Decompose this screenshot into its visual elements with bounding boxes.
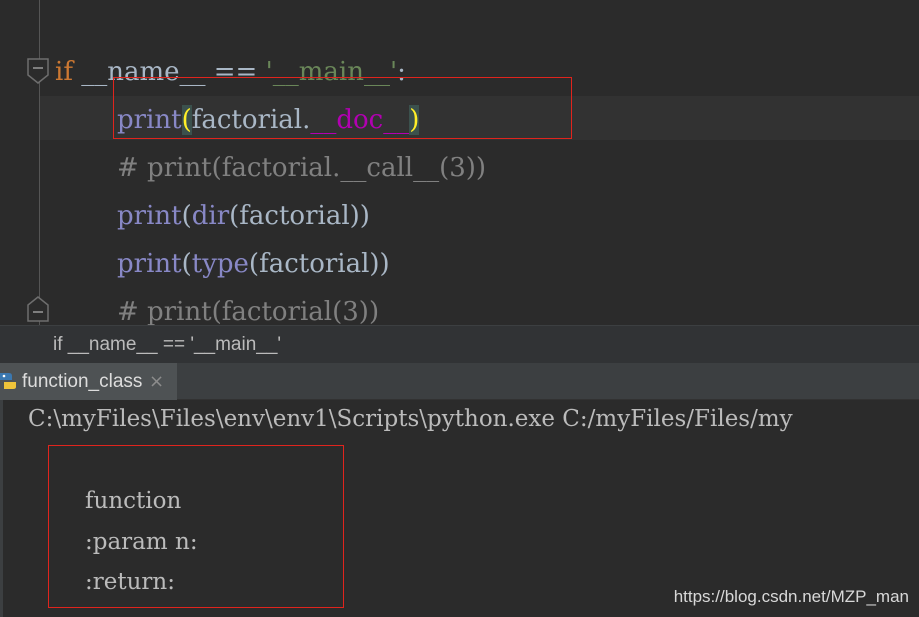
colon: : — [397, 57, 406, 87]
code-line-4[interactable]: print(dir(factorial)) — [55, 192, 370, 240]
builtin-dir: dir — [191, 201, 230, 231]
breadcrumb[interactable]: if __name__ == '__main__' — [0, 325, 919, 363]
run-tab-label: function_class — [22, 371, 143, 392]
paren-open: ( — [181, 249, 192, 279]
code-line-1[interactable]: if __name__ == '__main__': — [55, 48, 406, 96]
run-tab-function-class[interactable]: function_class × — [0, 363, 177, 400]
breadcrumb-item[interactable]: if __name__ == '__main__' — [53, 326, 281, 364]
args: (factorial)) — [248, 249, 390, 279]
string-main: '__main__' — [265, 57, 398, 87]
watermark: https://blog.csdn.net/MZP_man — [673, 587, 909, 606]
keyword-if: if — [55, 57, 73, 87]
attr-doc: __doc__ — [310, 105, 410, 135]
object-factorial: factorial. — [191, 105, 311, 135]
paren-close: ) — [409, 105, 420, 135]
paren-open: ( — [181, 105, 192, 135]
args: (factorial)) — [229, 201, 370, 231]
console-output-line: :param n: — [85, 529, 198, 555]
code-editor[interactable]: if __name__ == '__main__': print(factori… — [0, 0, 919, 325]
fold-open-icon[interactable] — [27, 58, 49, 84]
code-line-3[interactable]: # print(factorial.__call__(3)) — [55, 144, 486, 192]
paren-open: ( — [181, 201, 192, 231]
python-icon — [0, 371, 16, 396]
console-output-line: :return: — [85, 569, 175, 595]
comment-call: # print(factorial.__call__(3)) — [117, 153, 487, 183]
builtin-print: print — [117, 249, 182, 279]
code-line-2[interactable]: print(factorial.__doc__) — [55, 96, 420, 144]
code-line-5[interactable]: print(type(factorial)) — [55, 240, 390, 288]
gutter-divider — [39, 0, 40, 325]
console-command: C:\myFiles\Files\env\env1\Scripts\python… — [28, 406, 793, 432]
name-compare: __name__ == — [72, 57, 266, 87]
comment-factorial: # print(factorial(3)) — [117, 297, 380, 325]
fold-close-icon[interactable] — [27, 296, 49, 322]
builtin-type: type — [191, 249, 249, 279]
close-icon[interactable]: × — [149, 363, 164, 400]
code-line-6[interactable]: # print(factorial(3)) — [55, 288, 379, 325]
console-output-line: function — [85, 488, 182, 514]
builtin-print: print — [117, 201, 182, 231]
builtin-print: print — [117, 105, 182, 135]
run-console[interactable]: C:\myFiles\Files\env\env1\Scripts\python… — [0, 400, 919, 617]
run-tab-bar: function_class × — [0, 363, 919, 400]
console-gutter — [0, 400, 3, 617]
